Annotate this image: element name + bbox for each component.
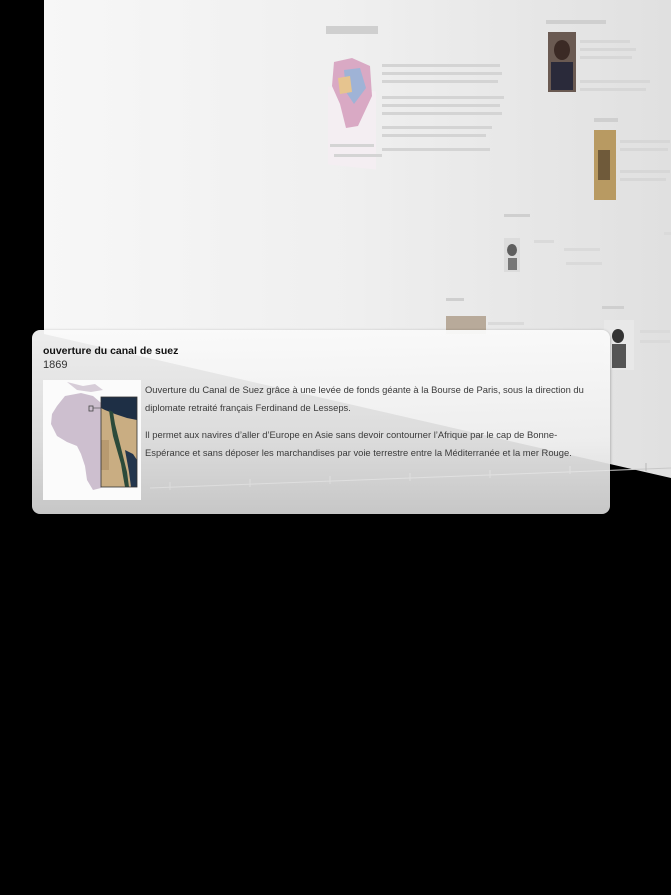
suez-satellite-inset [100,396,138,488]
timeline-app: ouverture du canal de suez 1869 Ouvertur… [0,0,671,895]
event-description-paragraph-2: Il permet aux navires d’aller d’Europe e… [145,429,572,458]
event-description: Ouverture du Canal de Suez grâce à une l… [145,381,595,471]
event-title: ouverture du canal de suez [43,345,179,357]
event-year: 1869 [43,359,68,371]
event-description-paragraph-1: Ouverture du Canal de Suez grâce à une l… [145,384,584,413]
event-detail-card[interactable]: ouverture du canal de suez 1869 Ouvertur… [32,330,610,514]
africa-suez-map-icon[interactable] [43,380,141,500]
